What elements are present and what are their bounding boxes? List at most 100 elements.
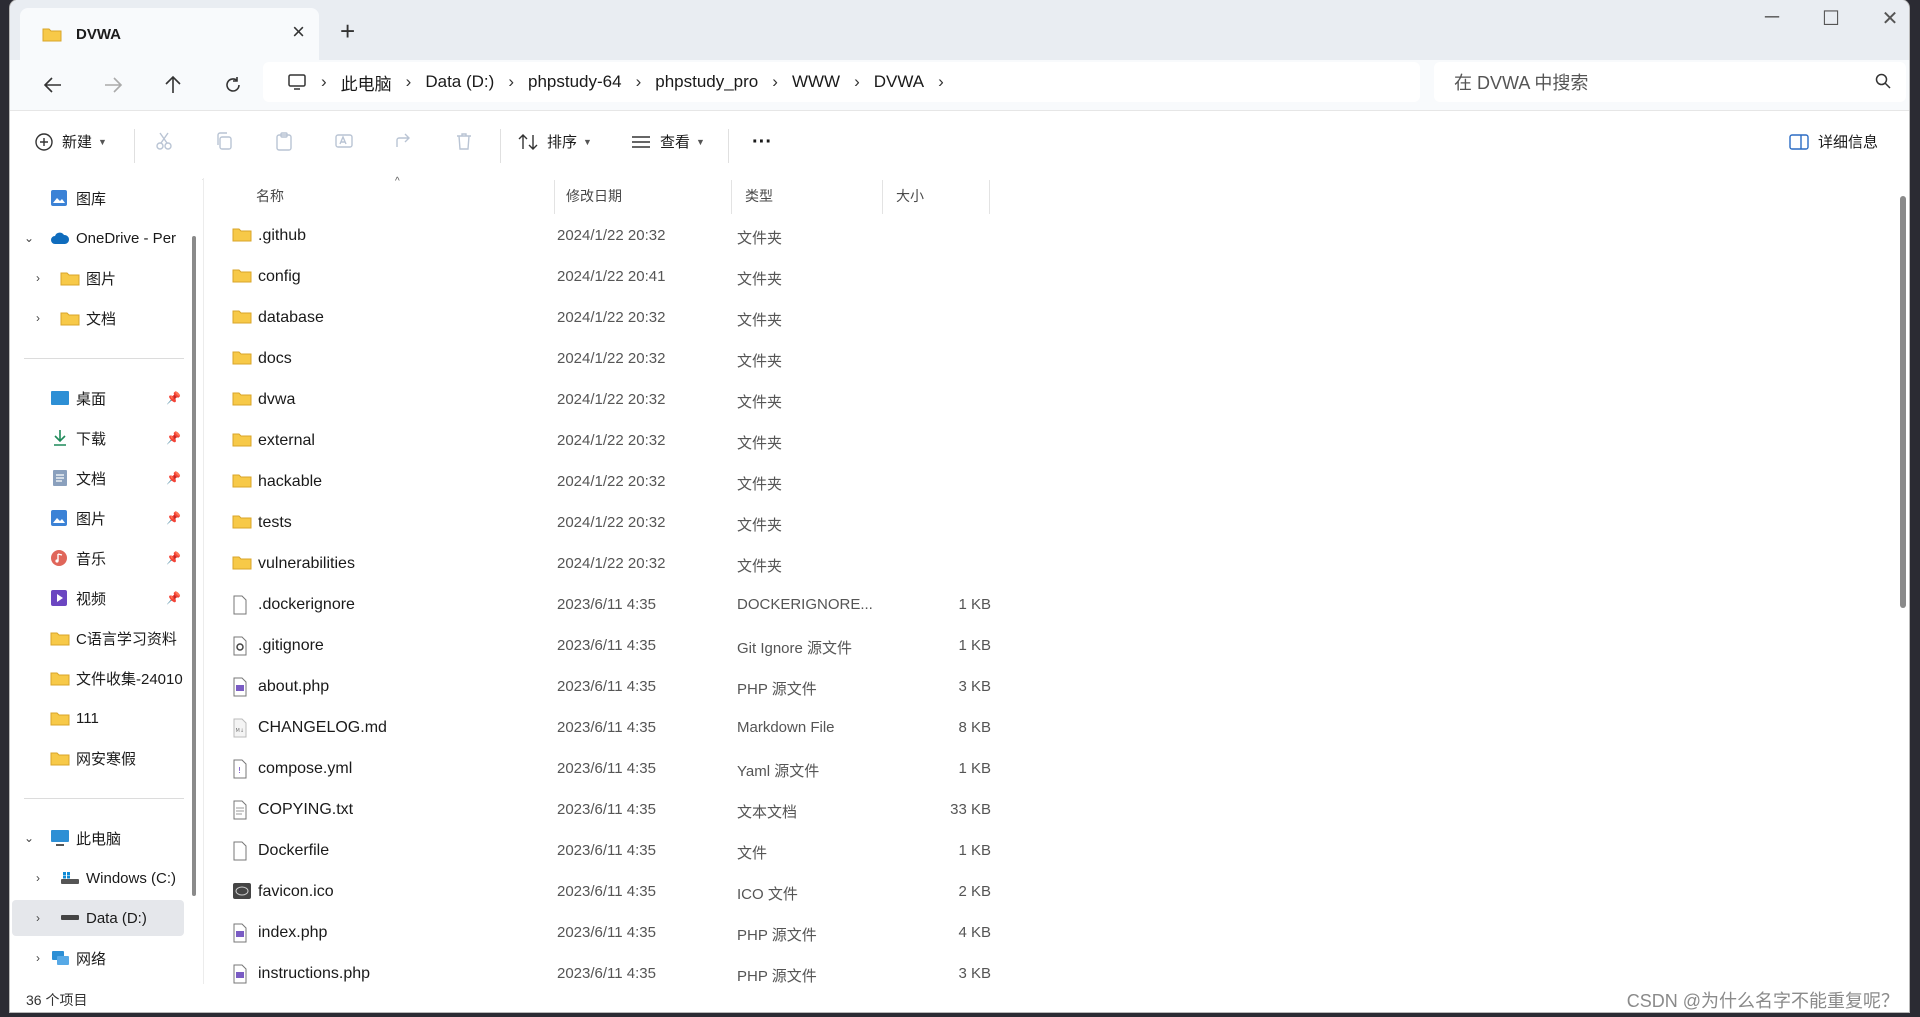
chevron-right-icon[interactable]: › xyxy=(36,871,40,885)
chevron-right-icon[interactable]: › xyxy=(36,951,40,965)
sidebar-item-file-collect[interactable]: 文件收集-24010 xyxy=(10,660,188,696)
pin-icon[interactable]: 📌 xyxy=(166,551,181,565)
copy-icon xyxy=(217,132,232,150)
file-row[interactable]: .github 2024/1/22 20:32 文件夹 xyxy=(204,216,1024,257)
paste-button[interactable] xyxy=(274,131,294,151)
copy-button[interactable] xyxy=(214,131,234,151)
pin-icon[interactable]: 📌 xyxy=(166,431,181,445)
new-button[interactable]: 新建 ▼ xyxy=(34,131,107,152)
sidebar-item-pictures[interactable]: 图片 📌 xyxy=(10,500,188,536)
cut-button[interactable] xyxy=(154,131,174,151)
sidebar-item-documents[interactable]: 文档 📌 xyxy=(10,460,188,496)
column-header-date[interactable]: 修改日期 xyxy=(566,178,622,214)
file-row[interactable]: docs 2024/1/22 20:32 文件夹 xyxy=(204,339,1024,380)
pin-icon[interactable]: 📌 xyxy=(166,591,181,605)
file-row[interactable]: index.php 2023/6/11 4:35 PHP 源文件 4 KB xyxy=(204,913,1024,954)
column-divider[interactable] xyxy=(989,180,990,214)
column-header-name[interactable]: 名称 xyxy=(256,178,284,214)
minimize-button[interactable]: ─ xyxy=(1752,6,1792,29)
sidebar-scrollbar[interactable] xyxy=(192,236,196,896)
file-row[interactable]: hackable 2024/1/22 20:32 文件夹 xyxy=(204,462,1024,503)
refresh-button[interactable] xyxy=(215,68,251,102)
sidebar-item-111[interactable]: 111 xyxy=(10,700,188,736)
sidebar-item-music[interactable]: 音乐 📌 xyxy=(10,540,188,576)
sort-button[interactable]: 排序 ▼ xyxy=(517,131,592,152)
file-row[interactable]: Dockerfile 2023/6/11 4:35 文件 1 KB xyxy=(204,831,1024,872)
file-row[interactable]: .dockerignore 2023/6/11 4:35 DOCKERIGNORE.… xyxy=(204,585,1024,626)
sidebar-item-desktop[interactable]: 桌面 📌 xyxy=(10,380,188,416)
sidebar-item-gallery[interactable]: 图库 xyxy=(10,180,188,216)
sidebar-item-videos[interactable]: 视频 📌 xyxy=(10,580,188,616)
sidebar-item-onedrive-pictures[interactable]: › 图片 xyxy=(10,260,188,296)
up-button[interactable] xyxy=(155,68,191,102)
chevron-right-icon[interactable]: › xyxy=(938,72,944,92)
breadcrumb-www[interactable]: WWW xyxy=(792,72,840,92)
sidebar-item-downloads[interactable]: 下载 📌 xyxy=(10,420,188,456)
pin-icon[interactable]: 📌 xyxy=(166,391,181,405)
delete-button[interactable] xyxy=(454,131,474,151)
column-header-size[interactable]: 大小 xyxy=(896,178,924,214)
breadcrumb-dvwa[interactable]: DVWA xyxy=(874,72,924,92)
breadcrumb-phpstudy-64[interactable]: phpstudy-64 xyxy=(528,72,622,92)
file-row[interactable]: ! compose.yml 2023/6/11 4:35 Yaml 源文件 1 KB xyxy=(204,749,1024,790)
pin-icon[interactable]: 📌 xyxy=(166,471,181,485)
plus-circle-icon xyxy=(35,132,53,151)
file-row[interactable]: external 2024/1/22 20:32 文件夹 xyxy=(204,421,1024,462)
view-label: 查看 xyxy=(660,134,691,151)
file-row[interactable]: dvwa 2024/1/22 20:32 文件夹 xyxy=(204,380,1024,421)
more-options-button[interactable]: ··· xyxy=(752,131,772,154)
file-list-scrollbar[interactable] xyxy=(1900,196,1906,608)
column-header-type[interactable]: 类型 xyxy=(745,178,773,214)
sidebar-item-onedrive[interactable]: ⌄ OneDrive - Per xyxy=(10,220,188,256)
sidebar-item-winter-sec[interactable]: 网安寒假 xyxy=(10,740,188,776)
file-size: 33 KB xyxy=(950,801,991,818)
column-divider[interactable] xyxy=(554,180,555,214)
chevron-right-icon[interactable]: › xyxy=(36,311,40,325)
file-name: CHANGELOG.md xyxy=(258,719,387,736)
close-window-button[interactable]: ✕ xyxy=(1870,6,1909,31)
forward-button[interactable] xyxy=(95,68,131,102)
column-type-label: 类型 xyxy=(745,188,773,204)
tab-dvwa[interactable]: DVWA × xyxy=(20,8,319,60)
view-button[interactable]: 查看 ▼ xyxy=(630,131,705,152)
sidebar-item-c-study[interactable]: C语言学习资料 xyxy=(10,620,188,656)
file-row[interactable]: config 2024/1/22 20:41 文件夹 xyxy=(204,257,1024,298)
address-bar[interactable]: › 此电脑 › Data (D:) › phpstudy-64 › phpstu… xyxy=(263,62,1420,102)
file-row[interactable]: favicon.ico 2023/6/11 4:35 ICO 文件 2 KB xyxy=(204,872,1024,913)
column-divider[interactable] xyxy=(731,180,732,214)
back-button[interactable] xyxy=(35,68,71,102)
details-pane-button[interactable]: 详细信息 xyxy=(1788,131,1878,152)
close-tab-icon[interactable]: × xyxy=(292,21,305,43)
column-divider[interactable] xyxy=(882,180,883,214)
chevron-right-icon: › xyxy=(772,72,778,91)
breadcrumb-data-d[interactable]: Data (D:) xyxy=(425,72,494,92)
sidebar-item-network[interactable]: › 网络 xyxy=(10,940,188,976)
php-file-icon xyxy=(232,677,248,702)
file-name: dvwa xyxy=(258,391,296,408)
folder-icon xyxy=(232,513,252,534)
folder-icon xyxy=(50,712,70,726)
sidebar-item-this-pc[interactable]: ⌄ 此电脑 xyxy=(10,820,188,856)
file-row[interactable]: tests 2024/1/22 20:32 文件夹 xyxy=(204,503,1024,544)
sidebar-item-drive-d[interactable]: › Data (D:) xyxy=(12,900,184,936)
chevron-down-icon[interactable]: ⌄ xyxy=(24,831,34,845)
file-row[interactable]: M↓ CHANGELOG.md 2023/6/11 4:35 Markdown Fil… xyxy=(204,708,1024,749)
new-tab-button[interactable]: + xyxy=(340,18,355,44)
breadcrumb-this-pc[interactable]: 此电脑 xyxy=(341,70,392,95)
chevron-down-icon[interactable]: ⌄ xyxy=(24,231,34,245)
file-row[interactable]: database 2024/1/22 20:32 文件夹 xyxy=(204,298,1024,339)
file-row[interactable]: vulnerabilities 2024/1/22 20:32 文件夹 xyxy=(204,544,1024,585)
breadcrumb-phpstudy-pro[interactable]: phpstudy_pro xyxy=(655,72,758,92)
file-row[interactable]: about.php 2023/6/11 4:35 PHP 源文件 3 KB xyxy=(204,667,1024,708)
sidebar-item-drive-c[interactable]: › Windows (C:) xyxy=(10,860,188,896)
file-row[interactable]: .gitignore 2023/6/11 4:35 Git Ignore 源文件 1 … xyxy=(204,626,1024,667)
chevron-right-icon[interactable]: › xyxy=(36,271,40,285)
sidebar-item-onedrive-docs[interactable]: › 文档 xyxy=(10,300,188,336)
file-row[interactable]: COPYING.txt 2023/6/11 4:35 文本文档 33 KB xyxy=(204,790,1024,831)
chevron-right-icon[interactable]: › xyxy=(36,911,40,925)
share-button[interactable] xyxy=(394,131,414,151)
rename-button[interactable] xyxy=(334,131,354,151)
pin-icon[interactable]: 📌 xyxy=(166,511,181,525)
search-input[interactable]: 在 DVWA 中搜索 xyxy=(1434,62,1906,102)
maximize-button[interactable]: ☐ xyxy=(1811,6,1851,31)
